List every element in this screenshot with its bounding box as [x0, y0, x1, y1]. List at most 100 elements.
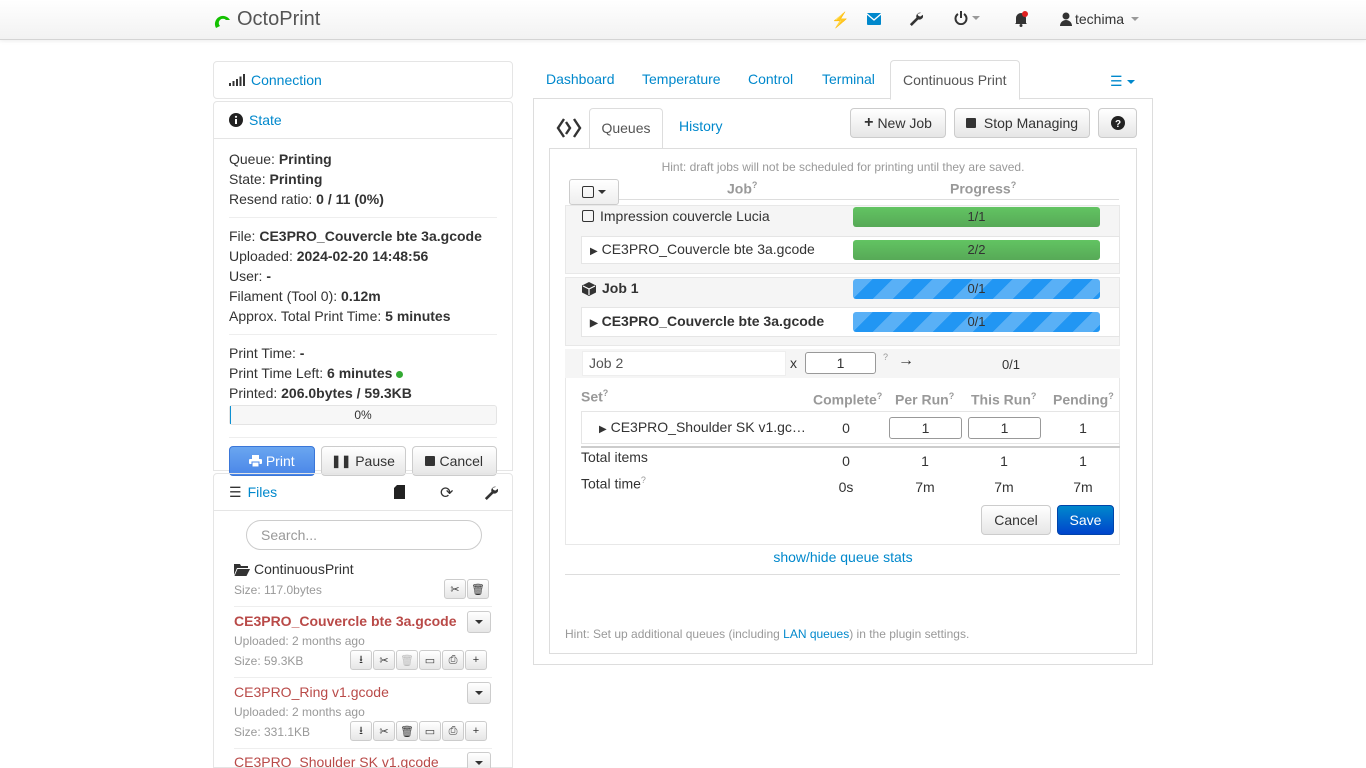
move-button[interactable]: ✂ [373, 721, 395, 741]
job-name[interactable]: Impression couvercle Lucia [600, 208, 770, 224]
add-to-queue-button[interactable]: + [465, 650, 487, 670]
subtab-queues[interactable]: Queues [589, 108, 663, 149]
file-dropdown-button[interactable] [467, 682, 491, 704]
file-item-name[interactable]: CE3PRO_Couvercle bte 3a.gcode [234, 613, 457, 629]
select-all-dropdown[interactable] [569, 179, 619, 205]
refresh-icon[interactable]: ⟳ [440, 483, 453, 503]
job-progress-text: 0/1 [967, 281, 986, 296]
checkbox-icon[interactable] [582, 210, 594, 222]
tabs-overflow-menu[interactable]: ☰ [1110, 73, 1135, 90]
time-left-value: 6 minutes [327, 365, 393, 381]
delete-button[interactable]: 🗑 [396, 721, 418, 741]
total-time-pending: 7m [1073, 479, 1093, 495]
queue-stats-toggle[interactable]: show/hide queue stats [549, 549, 1137, 565]
power-status-icon[interactable]: ⚡ [831, 11, 850, 29]
set-name[interactable]: ▶ CE3PRO_Shoulder SK v1.gc… [599, 419, 806, 435]
load-button[interactable]: ▭ [419, 721, 441, 741]
move-button[interactable]: ✂ [373, 650, 395, 670]
file-item-name[interactable]: CE3PRO_Shoulder SK v1.gcode [234, 754, 439, 768]
folder-delete-button[interactable]: 🗑 [467, 579, 489, 599]
help-marker: ? [883, 352, 889, 362]
file-uploaded: Uploaded: 2 months ago [234, 705, 365, 719]
total-items-per-run: 1 [921, 453, 929, 469]
print-button[interactable]: Print [229, 446, 315, 476]
cancel-print-button[interactable]: Cancel [411, 446, 497, 476]
wrench-icon[interactable] [908, 11, 924, 29]
job-count-input[interactable]: 1 [805, 352, 876, 374]
job-name-input[interactable]: Job 2 [582, 351, 786, 376]
wrench-icon[interactable] [483, 485, 499, 503]
status-dot-icon [396, 370, 404, 378]
per-run-input[interactable]: 1 [889, 417, 962, 439]
pause-icon: ❚❚ [331, 454, 352, 468]
this-run-input[interactable]: 1 [968, 417, 1041, 439]
save-job-button[interactable]: Save [1057, 505, 1114, 535]
info-icon [229, 113, 243, 127]
sd-card-icon[interactable] [394, 485, 405, 502]
signal-icon [229, 74, 245, 86]
question-icon: ? [1110, 116, 1125, 130]
add-to-queue-button[interactable]: + [465, 721, 487, 741]
files-panel-header[interactable]: ☰ Files ⟳ [213, 473, 513, 511]
chevron-down-icon [1126, 79, 1135, 84]
list-icon: ☰ [1110, 73, 1123, 89]
folder-move-button[interactable]: ✂ [444, 579, 466, 599]
download-button[interactable]: ⭳ [350, 650, 372, 670]
job-column-header: Job? [727, 180, 758, 197]
file-size: Size: 331.1KB [234, 725, 311, 739]
file-search-input[interactable]: Search... [246, 520, 482, 550]
checkbox-icon [582, 186, 594, 198]
username: techima [1075, 11, 1125, 27]
pause-button[interactable]: ❚❚ Pause [320, 446, 406, 476]
stop-managing-button[interactable]: Stop Managing [954, 108, 1090, 138]
tab-temperature[interactable]: Temperature [630, 60, 733, 99]
tab-terminal[interactable]: Terminal [810, 60, 887, 99]
lan-queues-link[interactable]: LAN queues [783, 627, 849, 641]
navbar: OctoPrint ⚡ techima [0, 0, 1366, 40]
tab-continuous-print[interactable]: Continuous Print [890, 60, 1020, 100]
svg-text:?: ? [1114, 119, 1120, 130]
connection-panel-header[interactable]: Connection [213, 61, 513, 99]
load-print-button[interactable]: ⎙ [442, 721, 464, 741]
user-menu[interactable]: techima [1060, 11, 1140, 27]
total-time-label: Total time? [581, 475, 646, 492]
load-button[interactable]: ▭ [419, 650, 441, 670]
job-name[interactable]: Job 1 [602, 280, 639, 296]
envelope-icon[interactable] [866, 12, 882, 28]
download-button[interactable]: ⭳ [350, 721, 372, 741]
cancel-edit-button[interactable]: Cancel [981, 505, 1051, 535]
brand[interactable]: OctoPrint [213, 8, 320, 31]
load-print-button[interactable]: ⎙ [442, 650, 464, 670]
pending-column-header: Pending? [1053, 391, 1114, 408]
help-button[interactable]: ? [1098, 108, 1137, 138]
total-items-complete: 0 [842, 453, 850, 469]
chevron-down-icon [1131, 17, 1140, 21]
delete-button[interactable]: 🗑 [396, 650, 418, 670]
printed-line: Printed: 206.0bytes / 59.3KB [229, 385, 412, 401]
queue-value: Printing [278, 151, 332, 167]
state-panel-header[interactable]: State [213, 101, 513, 139]
state-title: State [249, 112, 282, 128]
progress-column-header: Progress? [950, 180, 1017, 197]
files-panel-body: Search... ContinuousPrint Size: 117.0byt… [213, 510, 513, 768]
set-name[interactable]: ▶ CE3PRO_Couvercle bte 3a.gcode [590, 313, 824, 329]
folder-item[interactable]: ContinuousPrint [234, 561, 354, 577]
new-job-button[interactable]: + New Job [850, 108, 946, 138]
system-power-menu[interactable] [954, 11, 980, 25]
print-progress-bar: 0% [229, 405, 497, 425]
list-icon: ☰ [229, 483, 242, 500]
filament-value: 0.12m [341, 288, 381, 304]
subtab-history[interactable]: History [679, 118, 723, 134]
file-uploaded: Uploaded: 2 months ago [234, 634, 365, 648]
print-time-line: Print Time: - [229, 345, 305, 361]
tab-dashboard[interactable]: Dashboard [534, 60, 627, 99]
times-label: x [790, 355, 797, 371]
notifications-bell-icon[interactable] [1013, 11, 1029, 30]
file-item-name[interactable]: CE3PRO_Ring v1.gcode [234, 684, 389, 700]
uploaded-line: Uploaded: 2024-02-20 14:48:56 [229, 248, 429, 264]
set-name[interactable]: ▶ CE3PRO_Couvercle bte 3a.gcode [590, 241, 815, 257]
tab-control[interactable]: Control [736, 60, 805, 99]
set-progress-text: 0/1 [967, 314, 986, 329]
file-dropdown-button[interactable] [467, 752, 491, 768]
file-dropdown-button[interactable] [467, 611, 491, 633]
